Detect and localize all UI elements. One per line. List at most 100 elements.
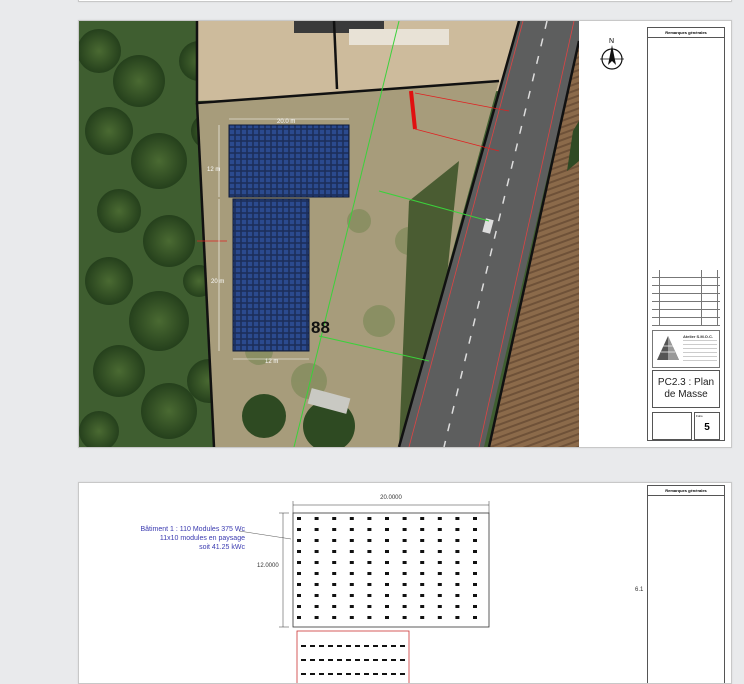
module-mark <box>332 583 337 586</box>
module-mark <box>319 659 324 661</box>
title-block-header: Remarques générales <box>648 28 724 38</box>
module-mark <box>367 517 372 520</box>
module-mark <box>301 659 306 661</box>
module-mark <box>349 572 354 575</box>
module-mark <box>301 645 306 647</box>
module-mark <box>332 539 337 542</box>
module-mark <box>355 645 360 647</box>
module-mark <box>455 539 460 542</box>
module-mark <box>385 550 389 553</box>
module-mark <box>332 594 337 597</box>
module-mark <box>349 517 354 520</box>
module-mark <box>297 583 301 586</box>
parcel-number: 88 <box>311 318 330 337</box>
module-mark <box>310 659 315 661</box>
dim-label-left-top: 12 m <box>207 167 220 173</box>
module-mark <box>420 550 425 553</box>
company-name: Atelier S.M.O.C. <box>683 334 714 339</box>
module-mark <box>373 659 378 661</box>
module-mark <box>402 594 407 597</box>
module-mark <box>437 550 442 553</box>
title-block: Remarques générales Atelier S.M.O.C. PC2… <box>647 27 725 441</box>
module-mark <box>364 659 369 661</box>
module-mark <box>473 539 477 542</box>
module-mark <box>314 561 319 564</box>
module-mark <box>332 572 337 575</box>
module-mark <box>402 583 407 586</box>
title-block-header-2: Remarques générales <box>648 486 724 496</box>
title-block-2: Remarques générales <box>647 485 725 683</box>
module-mark <box>437 594 442 597</box>
module-mark <box>402 517 407 520</box>
module-mark <box>455 594 460 597</box>
module-mark <box>437 583 442 586</box>
module-mark <box>314 539 319 542</box>
module-mark <box>328 659 333 661</box>
module-mark <box>349 539 354 542</box>
module-mark <box>437 528 442 531</box>
module-mark <box>314 594 319 597</box>
module-mark <box>455 605 460 608</box>
module-mark <box>437 616 442 619</box>
module-mark <box>349 605 354 608</box>
module-mark <box>385 616 389 619</box>
module-mark <box>473 594 477 597</box>
module-mark <box>402 539 407 542</box>
module-mark <box>297 561 301 564</box>
module-mark <box>385 539 389 542</box>
module-mark <box>310 645 315 647</box>
module-mark <box>346 645 351 647</box>
module-mark <box>437 605 442 608</box>
module-mark <box>437 517 442 520</box>
page-layout-modules: Bâtiment 1 : 110 Modules 375 Wc 11x10 mo… <box>78 482 732 684</box>
module-mark <box>420 517 425 520</box>
module-mark <box>473 561 477 564</box>
module-mark <box>297 528 301 531</box>
module-mark <box>314 616 319 619</box>
module-mark <box>385 572 389 575</box>
module-mark <box>400 645 405 647</box>
module-mark <box>367 594 372 597</box>
module-mark <box>455 572 460 575</box>
previous-page <box>78 0 732 2</box>
module-mark <box>420 539 425 542</box>
module-mark <box>297 517 301 520</box>
module-mark <box>402 550 407 553</box>
module-mark <box>420 583 425 586</box>
module-mark <box>455 561 460 564</box>
page-plan-masse: 20.0 m 12 m 20 m 12 m 88 N Remarques gén… <box>78 20 732 448</box>
module-mark <box>364 645 369 647</box>
aerial-photo: 20.0 m 12 m 20 m 12 m 88 <box>79 21 579 447</box>
dim-label-bottom: 12 m <box>265 359 278 365</box>
module-mark <box>367 528 372 531</box>
module-mark <box>385 528 389 531</box>
module-mark <box>473 517 477 520</box>
module-mark <box>367 616 372 619</box>
module-mark <box>455 550 460 553</box>
module-mark <box>420 572 425 575</box>
module-mark <box>349 594 354 597</box>
module-mark <box>420 594 425 597</box>
module-mark <box>332 517 337 520</box>
module-mark <box>420 528 425 531</box>
module-mark <box>473 583 477 586</box>
module-mark <box>349 583 354 586</box>
module-mark <box>297 550 301 553</box>
module-mark <box>332 550 337 553</box>
module-mark <box>367 550 372 553</box>
module-mark <box>367 572 372 575</box>
module-mark <box>297 616 301 619</box>
module-mark <box>297 605 301 608</box>
module-mark <box>420 605 425 608</box>
module-mark <box>314 517 319 520</box>
module-mark <box>402 572 407 575</box>
module-mark <box>473 605 477 608</box>
module-mark <box>385 605 389 608</box>
sheet-number-box: Folio 5 <box>694 412 720 440</box>
module-mark <box>385 517 389 520</box>
north-arrow-icon: N <box>595 35 629 75</box>
drawing-info <box>652 412 692 440</box>
module-mark <box>455 616 460 619</box>
module-mark <box>437 539 442 542</box>
module-mark <box>402 528 407 531</box>
